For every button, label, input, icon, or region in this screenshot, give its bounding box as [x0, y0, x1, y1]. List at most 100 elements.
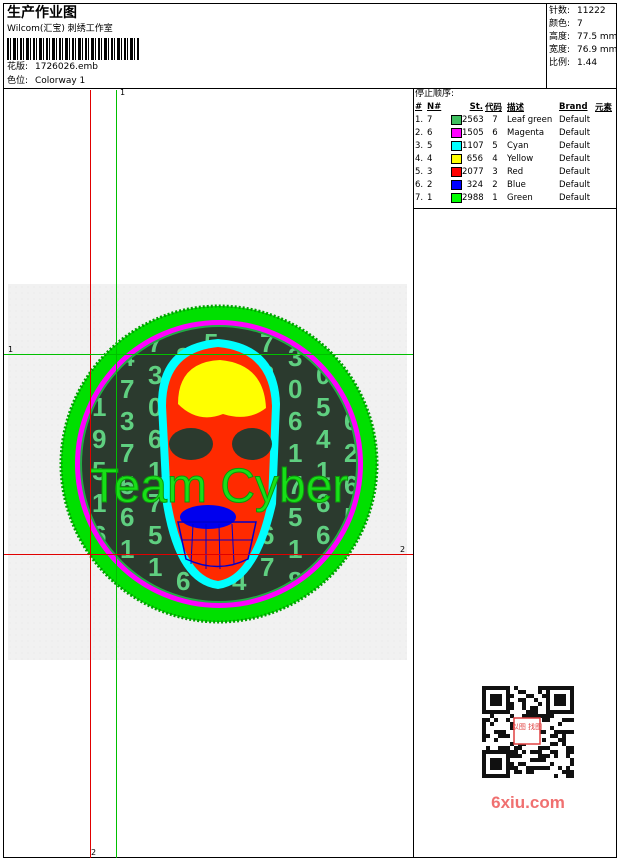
- thread-brand: Default: [559, 192, 591, 203]
- needle-number: 6: [427, 127, 433, 138]
- needle-number-cell: 3: [426, 165, 450, 178]
- color-swatch: [451, 114, 462, 125]
- matrix-digit: 7: [120, 374, 134, 404]
- color-code-cell: 6: [484, 126, 506, 139]
- matrix-digit: 7: [260, 552, 274, 582]
- embroidery-preview: 6519516147375616730617518105416657562656…: [8, 284, 407, 660]
- col-header: St.: [469, 101, 483, 112]
- color-description-cell: Yellow: [506, 152, 558, 165]
- row-index-cell: 1.: [414, 113, 426, 126]
- stitch-count-cell: 2077: [450, 165, 484, 178]
- stitch-count-cell: 1107: [450, 139, 484, 152]
- color-sequence-table: # N# St. 代码 描述 Brand 元素 1. 7 2563 7 Leaf gre…: [414, 100, 619, 204]
- row-index: 2.: [415, 127, 424, 138]
- matrix-digit: 0: [288, 374, 302, 404]
- matrix-digit: 1: [120, 534, 134, 564]
- color-description-cell: Magenta: [506, 126, 558, 139]
- qr-finder-pattern: [482, 750, 510, 778]
- thread-brand: Default: [559, 114, 591, 125]
- element-cell: [594, 139, 619, 152]
- green-vertical-guide: [116, 90, 117, 858]
- stitch-count: 656: [466, 153, 483, 164]
- stitch-count-cell: 2988: [450, 191, 484, 204]
- color-code-cell: 4: [484, 152, 506, 165]
- matrix-digit: 1: [148, 552, 162, 582]
- color-description: Blue: [507, 179, 526, 190]
- ratio-label: 比例:: [549, 58, 571, 68]
- color-description-cell: Leaf green: [506, 113, 558, 126]
- needle-number: 2: [427, 179, 433, 190]
- height-value: 77.5 mm: [577, 32, 618, 42]
- color-description: Leaf green: [507, 114, 553, 125]
- width-value: 76.9 mm: [577, 45, 618, 55]
- element-cell: [594, 126, 619, 139]
- stitch-count-cell: 1505: [450, 126, 484, 139]
- color-code: 1: [492, 192, 498, 203]
- color-row: 3. 5 1107 5 Cyan Default: [414, 139, 619, 152]
- thread-brand-cell: Default: [558, 139, 594, 152]
- table-divider: [413, 208, 617, 209]
- color-code: 6: [492, 127, 498, 138]
- color-description-cell: Cyan: [506, 139, 558, 152]
- stitches-value: 11222: [577, 6, 606, 16]
- stats-divider: [546, 3, 547, 88]
- color-swatch: [451, 140, 462, 151]
- stamp-text: 以图 找图: [512, 722, 542, 731]
- row-index-cell: 2.: [414, 126, 426, 139]
- matrix-digit: 9: [92, 424, 106, 454]
- color-row: 7. 1 2988 1 Green Default: [414, 191, 619, 204]
- watermark-site: 6xiu.com: [491, 793, 565, 812]
- color-swatch: [451, 153, 462, 164]
- needle-number: 1: [427, 192, 433, 203]
- header-divider: [3, 88, 617, 89]
- row-index: 7.: [415, 192, 424, 203]
- color-row: 2. 6 1505 6 Magenta Default: [414, 126, 619, 139]
- colors-label: 颜色:: [549, 19, 571, 29]
- color-table-header: # N# St. 代码 描述 Brand 元素: [414, 100, 619, 113]
- red-vertical-guide: [90, 90, 91, 858]
- thread-brand: Default: [559, 179, 591, 190]
- color-row: 6. 2 324 2 Blue Default: [414, 178, 619, 191]
- colorway-label: 色位:: [7, 76, 29, 86]
- stitch-count: 2077: [462, 166, 484, 177]
- element-cell: [594, 191, 619, 204]
- row-index: 3.: [415, 140, 424, 151]
- matrix-digit: 5: [316, 392, 330, 422]
- guide-label-h1: 1: [8, 345, 14, 354]
- guide-label-v2: 2: [91, 848, 97, 857]
- colors-value: 7: [577, 19, 583, 29]
- col-header: 代码: [485, 102, 503, 113]
- row-index: 1.: [415, 114, 424, 125]
- color-row: 5. 3 2077 3 Red Default: [414, 165, 619, 178]
- matrix-digit: 3: [120, 406, 134, 436]
- thread-brand-cell: Default: [558, 113, 594, 126]
- thread-brand: Default: [559, 140, 591, 151]
- thread-brand: Default: [559, 166, 591, 177]
- needle-number: 7: [427, 114, 433, 125]
- row-index-cell: 3.: [414, 139, 426, 152]
- color-sequence-heading: 停止顺序:: [415, 89, 455, 99]
- matrix-digit: 5: [148, 520, 162, 550]
- row-index: 6.: [415, 179, 424, 190]
- element-cell: [594, 152, 619, 165]
- stitch-count: 1107: [462, 140, 484, 151]
- needle-number-cell: 7: [426, 113, 450, 126]
- color-code-cell: 7: [484, 113, 506, 126]
- stitch-count-cell: 324: [450, 178, 484, 191]
- color-code: 7: [492, 114, 498, 125]
- thread-brand-cell: Default: [558, 178, 594, 191]
- col-header: 元素: [595, 102, 613, 113]
- matrix-digit: 1: [288, 534, 302, 564]
- guide-label-v1: 1: [120, 88, 126, 97]
- stitch-count-cell: 2563: [450, 113, 484, 126]
- col-header: N#: [427, 101, 442, 112]
- color-description-cell: Red: [506, 165, 558, 178]
- stitch-count-cell: 656: [450, 152, 484, 165]
- thread-brand-cell: Default: [558, 152, 594, 165]
- row-index-cell: 6.: [414, 178, 426, 191]
- page-title: 生产作业图: [7, 5, 77, 21]
- color-description: Cyan: [507, 140, 529, 151]
- qr-finder-pattern: [546, 686, 574, 714]
- width-label: 宽度:: [549, 45, 571, 55]
- thread-brand-cell: Default: [558, 165, 594, 178]
